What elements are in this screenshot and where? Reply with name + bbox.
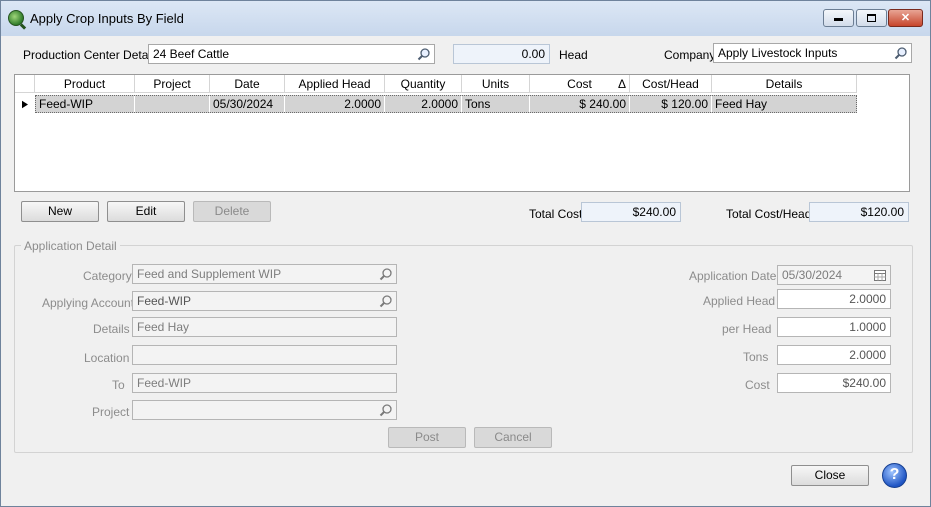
close-button[interactable]: Close	[791, 465, 869, 486]
total-cost-head-label: Total Cost/Head	[726, 207, 812, 221]
location-field[interactable]	[132, 345, 397, 365]
cell-cost-head: $ 120.00	[630, 96, 712, 112]
column-header-cost-head[interactable]: Cost/Head	[630, 75, 712, 93]
sort-ascending-icon: Δ	[617, 77, 626, 91]
help-icon[interactable]: ?	[882, 463, 907, 488]
title-bar: Apply Crop Inputs By Field ✕	[1, 1, 930, 36]
total-cost-label: Total Cost	[529, 207, 583, 221]
cell-date: 05/30/2024	[210, 96, 285, 112]
inputs-grid: Product Project Date Applied Head Quanti…	[14, 74, 910, 192]
production-center-label: Production Center Detail	[23, 48, 154, 62]
post-button[interactable]: Post	[388, 427, 466, 448]
column-header-date[interactable]: Date	[210, 75, 285, 93]
applied-head-field[interactable]: 2.0000	[777, 289, 891, 309]
application-detail-title: Application Detail	[21, 239, 120, 253]
applying-account-field[interactable]: Feed-WIP	[132, 291, 397, 311]
cell-cost: $ 240.00	[530, 96, 630, 112]
cell-quantity: 2.0000	[385, 96, 462, 112]
column-header-units[interactable]: Units	[462, 75, 530, 93]
company-label: Company	[664, 48, 716, 62]
cell-applied-head: 2.0000	[285, 96, 385, 112]
delete-button[interactable]: Delete	[193, 201, 271, 222]
cost-field[interactable]: $240.00	[777, 373, 891, 393]
project-field[interactable]	[132, 400, 397, 420]
category-value: Feed and Supplement WIP	[137, 267, 282, 281]
column-header-cost[interactable]: Cost Δ	[530, 75, 630, 93]
column-header-details[interactable]: Details	[712, 75, 857, 93]
project-label: Project	[92, 405, 130, 419]
applying-account-label: Applying Account	[42, 296, 135, 310]
table-row[interactable]: Feed-WIP 05/30/2024 2.0000 2.0000 Tons $…	[35, 95, 857, 113]
row-header-cell	[15, 75, 35, 93]
company-field[interactable]: Apply Livestock Inputs	[713, 43, 912, 63]
maximize-button[interactable]	[856, 9, 887, 27]
column-header-product[interactable]: Product	[35, 75, 135, 93]
row-pointer-icon	[22, 100, 28, 109]
minimize-icon	[834, 18, 843, 21]
application-date-value: 05/30/2024	[782, 268, 843, 282]
magnifier-icon[interactable]	[379, 294, 393, 308]
magnifier-icon[interactable]	[379, 403, 393, 417]
magnifier-icon[interactable]	[417, 47, 431, 61]
column-header-quantity[interactable]: Quantity	[385, 75, 462, 93]
per-head-field[interactable]: 1.0000	[777, 317, 891, 337]
close-window-button[interactable]: ✕	[888, 9, 923, 27]
close-icon: ✕	[900, 12, 911, 24]
cell-product: Feed-WIP	[36, 96, 135, 112]
production-center-value: 24 Beef Cattle	[153, 47, 230, 61]
per-head-label: per Head	[722, 322, 772, 336]
category-field[interactable]: Feed and Supplement WIP	[132, 264, 397, 284]
magnifier-icon[interactable]	[894, 46, 908, 60]
edit-button[interactable]: Edit	[107, 201, 185, 222]
applied-head-label: Applied Head	[703, 294, 776, 308]
category-label: Category	[83, 269, 132, 283]
window-title: Apply Crop Inputs By Field	[30, 11, 184, 26]
app-search-icon	[8, 10, 24, 26]
cell-project	[135, 96, 210, 112]
maximize-icon	[867, 14, 876, 22]
location-label: Location	[84, 351, 130, 365]
application-date-label: Application Date	[689, 269, 777, 283]
minimize-button[interactable]	[823, 9, 854, 27]
tons-label: Tons	[743, 350, 769, 364]
to-label: To	[112, 378, 125, 392]
details-label: Details	[93, 322, 130, 336]
tons-field[interactable]: 2.0000	[777, 345, 891, 365]
row-selector[interactable]	[15, 95, 35, 113]
cost-label: Cost	[745, 378, 770, 392]
cancel-button[interactable]: Cancel	[474, 427, 552, 448]
to-field[interactable]: Feed-WIP	[132, 373, 397, 393]
company-value: Apply Livestock Inputs	[718, 46, 838, 60]
head-count-field: 0.00	[453, 44, 550, 64]
cell-units: Tons	[462, 96, 530, 112]
total-cost-head-value: $120.00	[809, 202, 909, 222]
cell-details: Feed Hay	[715, 97, 768, 111]
calendar-icon[interactable]	[873, 268, 887, 282]
application-date-field[interactable]: 05/30/2024	[777, 265, 891, 285]
production-center-field[interactable]: 24 Beef Cattle	[148, 44, 435, 64]
new-button[interactable]: New	[21, 201, 99, 222]
column-header-project[interactable]: Project	[135, 75, 210, 93]
column-header-cost-label: Cost	[567, 77, 592, 91]
total-cost-value: $240.00	[581, 202, 681, 222]
column-header-applied-head[interactable]: Applied Head	[285, 75, 385, 93]
details-field[interactable]: Feed Hay	[132, 317, 397, 337]
magnifier-icon[interactable]	[379, 267, 393, 281]
applying-account-value: Feed-WIP	[137, 294, 192, 308]
head-label: Head	[559, 48, 588, 62]
apply-crop-inputs-window: Apply Crop Inputs By Field ✕ Production …	[0, 0, 931, 507]
